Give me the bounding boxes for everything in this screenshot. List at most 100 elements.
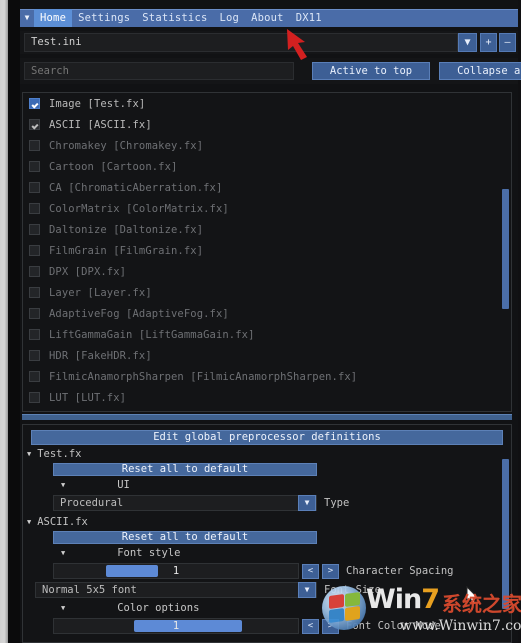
font-size-combobox[interactable]: Normal 5x5 font ▼ xyxy=(35,582,317,598)
group-name: Color options xyxy=(117,602,200,614)
preset-dropdown-button[interactable]: ▼ xyxy=(458,33,477,52)
technique-label: Chromakey [Chromakey.fx] xyxy=(49,139,204,152)
technique-label: Cartoon [Cartoon.fx] xyxy=(49,160,178,173)
technique-checkbox[interactable] xyxy=(29,119,40,130)
technique-checkbox[interactable] xyxy=(29,203,40,214)
technique-checkbox[interactable] xyxy=(29,266,40,277)
font-color-mode-slider[interactable]: 1 xyxy=(53,618,299,634)
type-value: Procedural xyxy=(60,497,124,509)
technique-checkbox[interactable] xyxy=(29,182,40,193)
technique-checkbox[interactable] xyxy=(29,308,40,319)
list-item[interactable]: LUT [LUT.fx] xyxy=(23,387,511,408)
font-color-mode-label: Font Color Mode xyxy=(346,620,441,632)
group-header-font-style[interactable]: ▼ Font style xyxy=(23,545,511,561)
technique-checkbox[interactable] xyxy=(29,392,40,403)
tab-about[interactable]: About xyxy=(245,9,290,27)
technique-label: Image [Test.fx] xyxy=(49,97,146,110)
technique-label: LUT [LUT.fx] xyxy=(49,391,127,404)
variables-panel[interactable]: Edit global preprocessor definitions ▼ T… xyxy=(22,424,512,643)
list-item[interactable]: DPX [DPX.fx] xyxy=(23,261,511,282)
type-combobox[interactable]: Procedural ▼ xyxy=(53,495,317,511)
technique-label: AdaptiveFog [AdaptiveFog.fx] xyxy=(49,307,229,320)
search-input[interactable] xyxy=(24,62,294,80)
group-header-color-options[interactable]: ▼ Color options xyxy=(23,600,511,616)
chevron-down-icon: ▼ xyxy=(61,481,66,489)
panel-splitter[interactable] xyxy=(22,414,512,420)
technique-checkbox[interactable] xyxy=(29,329,40,340)
list-item[interactable]: CA [ChromaticAberration.fx] xyxy=(23,177,511,198)
effect-name: Test.fx xyxy=(37,447,82,460)
font-size-label: Font Size xyxy=(324,584,381,596)
technique-label: Daltonize [Daltonize.fx] xyxy=(49,223,204,236)
technique-checkbox[interactable] xyxy=(29,98,40,109)
chevron-down-icon: ▼ xyxy=(27,517,32,526)
tab-statistics[interactable]: Statistics xyxy=(136,9,213,27)
type-label: Type xyxy=(324,497,350,509)
group-name: UI xyxy=(117,479,130,491)
technique-checkbox[interactable] xyxy=(29,161,40,172)
collapse-all-button[interactable]: Collapse all xyxy=(439,62,521,80)
technique-label: Layer [Layer.fx] xyxy=(49,286,152,299)
technique-checkbox[interactable] xyxy=(29,245,40,256)
technique-checkbox[interactable] xyxy=(29,224,40,235)
technique-label: DPX [DPX.fx] xyxy=(49,265,127,278)
window-left-gutter xyxy=(0,0,8,643)
technique-checkbox[interactable] xyxy=(29,287,40,298)
technique-checkbox[interactable] xyxy=(29,371,40,382)
technique-label: CA [ChromaticAberration.fx] xyxy=(49,181,223,194)
technique-checkbox[interactable] xyxy=(29,350,40,361)
chevron-down-icon[interactable]: ▼ xyxy=(298,582,316,598)
character-spacing-label: Character Spacing xyxy=(346,565,454,577)
variables-panel-scrollbar[interactable] xyxy=(502,459,509,609)
preset-path-input[interactable] xyxy=(24,33,458,52)
effect-name: ASCII.fx xyxy=(37,515,88,528)
list-item[interactable]: Image [Test.fx] xyxy=(23,93,511,114)
technique-label: LiftGammaGain [LiftGammaGain.fx] xyxy=(49,328,255,341)
technique-label: ASCII [ASCII.fx] xyxy=(49,118,152,131)
list-item[interactable]: Chromakey [Chromakey.fx] xyxy=(23,135,511,156)
list-item[interactable]: Cartoon [Cartoon.fx] xyxy=(23,156,511,177)
preset-remove-button[interactable]: – xyxy=(499,33,516,52)
technique-checkbox[interactable] xyxy=(29,140,40,151)
font-color-mode-increment-button[interactable]: > xyxy=(322,618,339,634)
font-color-mode-decrement-button[interactable]: < xyxy=(302,618,319,634)
list-item[interactable]: Daltonize [Daltonize.fx] xyxy=(23,219,511,240)
list-item[interactable]: ColorMatrix [ColorMatrix.fx] xyxy=(23,198,511,219)
list-item[interactable]: Layer [Layer.fx] xyxy=(23,282,511,303)
technique-list[interactable]: Image [Test.fx] ASCII [ASCII.fx] Chromak… xyxy=(22,92,512,412)
tab-home[interactable]: Home xyxy=(34,9,73,27)
search-row: Active to top Collapse all xyxy=(20,58,521,84)
technique-label: ColorMatrix [ColorMatrix.fx] xyxy=(49,202,229,215)
technique-label: FilmGrain [FilmGrain.fx] xyxy=(49,244,204,257)
list-item[interactable]: FilmGrain [FilmGrain.fx] xyxy=(23,240,511,261)
chevron-down-icon[interactable]: ▼ xyxy=(298,495,316,511)
technique-label: FilmicAnamorphSharpen [FilmicAnamorphSha… xyxy=(49,370,358,383)
character-spacing-slider[interactable]: 1 xyxy=(53,563,299,579)
tab-settings[interactable]: Settings xyxy=(72,9,136,27)
tab-log[interactable]: Log xyxy=(214,9,246,27)
effect-header-test-fx[interactable]: ▼ Test.fx xyxy=(23,445,511,462)
window-left-shadow xyxy=(8,0,20,643)
list-item[interactable]: FilmicAnamorphSharpen [FilmicAnamorphSha… xyxy=(23,366,511,387)
chevron-down-icon: ▼ xyxy=(61,604,66,612)
group-header-ui[interactable]: ▼ UI xyxy=(23,477,511,493)
list-item[interactable]: HDR [FakeHDR.fx] xyxy=(23,345,511,366)
list-item[interactable]: ASCII [ASCII.fx] xyxy=(23,114,511,135)
font-size-value: Normal 5x5 font xyxy=(42,584,137,596)
preset-add-button[interactable]: + xyxy=(480,33,497,52)
menubar: ▼ Home Settings Statistics Log About DX1… xyxy=(20,9,518,27)
character-spacing-increment-button[interactable]: > xyxy=(322,563,339,579)
tab-dx11[interactable]: DX11 xyxy=(290,9,328,27)
active-to-top-button[interactable]: Active to top xyxy=(312,62,430,80)
list-item[interactable]: LiftGammaGain [LiftGammaGain.fx] xyxy=(23,324,511,345)
setting-row-character-spacing: 1 < > Character Spacing xyxy=(53,562,511,580)
edit-global-preprocessor-button[interactable]: Edit global preprocessor definitions xyxy=(31,430,503,445)
list-item[interactable]: AdaptiveFog [AdaptiveFog.fx] xyxy=(23,303,511,324)
effect-header-ascii-fx[interactable]: ▼ ASCII.fx xyxy=(23,513,511,530)
menu-caret-icon[interactable]: ▼ xyxy=(20,9,34,27)
reset-all-to-default-button-test-fx[interactable]: Reset all to default xyxy=(53,463,317,476)
technique-list-scrollbar[interactable] xyxy=(502,189,509,309)
character-spacing-decrement-button[interactable]: < xyxy=(302,563,319,579)
reset-all-to-default-button-ascii-fx[interactable]: Reset all to default xyxy=(53,531,317,544)
chevron-down-icon: ▼ xyxy=(27,449,32,458)
